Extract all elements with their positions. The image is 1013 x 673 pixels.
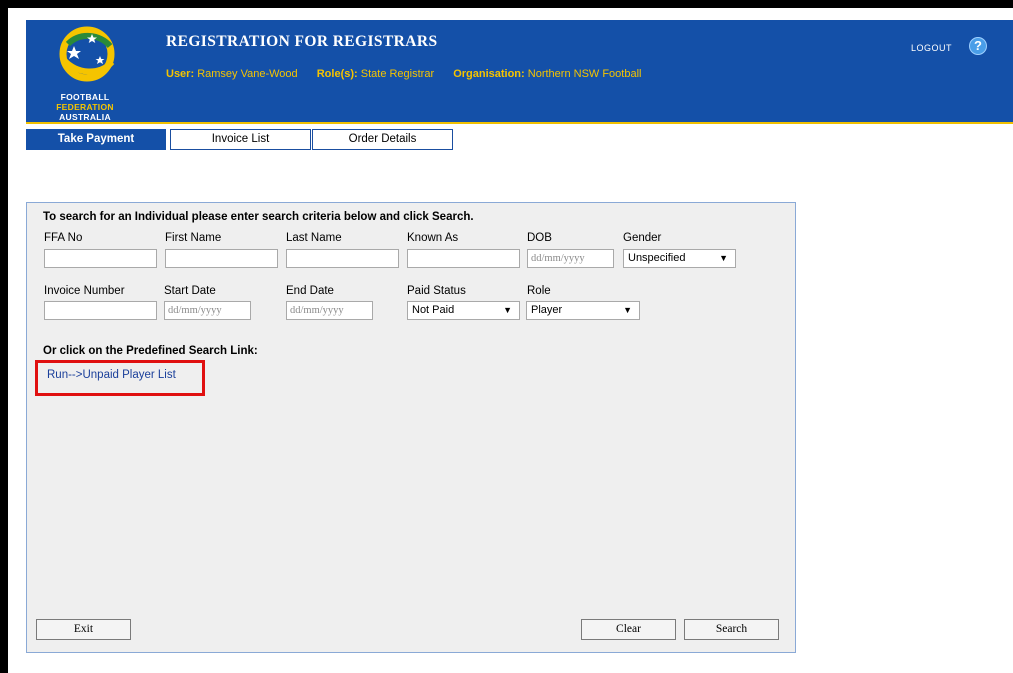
help-icon[interactable]: ? (969, 37, 987, 55)
role-label: Role (527, 285, 551, 297)
logo-text-line2: FEDERATION (56, 102, 114, 112)
clear-button[interactable]: Clear (581, 619, 676, 640)
user-info-bar: User: Ramsey Vane-Wood Role(s): State Re… (166, 68, 657, 80)
exit-button[interactable]: Exit (36, 619, 131, 640)
logo-text-line3: AUSTRALIA (59, 112, 111, 122)
first-name-label: First Name (165, 232, 222, 244)
role-select[interactable]: Player ▼ (526, 301, 640, 320)
known-as-label: Known As (407, 232, 459, 244)
last-name-label: Last Name (286, 232, 342, 244)
known-as-input[interactable] (407, 249, 520, 268)
dropdown-arrow-icon: ▼ (623, 305, 632, 315)
invoice-number-input[interactable] (44, 301, 157, 320)
header-accent-stripe (26, 122, 1013, 124)
tab-take-payment[interactable]: Take Payment (26, 129, 166, 150)
end-date-input[interactable]: dd/mm/yyyy (286, 301, 373, 320)
tab-order-details[interactable]: Order Details (312, 129, 453, 150)
organisation-value: Northern NSW Football (527, 68, 642, 80)
paid-status-select[interactable]: Not Paid ▼ (407, 301, 520, 320)
dropdown-arrow-icon: ▼ (503, 305, 512, 315)
dropdown-arrow-icon: ▼ (719, 253, 728, 263)
tab-invoice-list[interactable]: Invoice List (170, 129, 311, 150)
end-date-label: End Date (286, 285, 334, 297)
ffa-logo: FOOTBALL FEDERATION AUSTRALIA (40, 24, 130, 122)
page-title: REGISTRATION FOR REGISTRARS (166, 33, 438, 50)
logo-text-line1: FOOTBALL (60, 92, 110, 102)
organisation-label: Organisation: (453, 68, 525, 80)
user-value: Ramsey Vane-Wood (197, 68, 298, 80)
dob-input[interactable]: dd/mm/yyyy (527, 249, 614, 268)
ffa-no-label: FFA No (44, 232, 83, 244)
logout-link[interactable]: LOGOUT (911, 43, 952, 53)
start-date-input[interactable]: dd/mm/yyyy (164, 301, 251, 320)
gender-select[interactable]: Unspecified ▼ (623, 249, 736, 268)
search-instructions: To search for an Individual please enter… (43, 211, 474, 223)
window-left-border (0, 0, 8, 673)
last-name-input[interactable] (286, 249, 399, 268)
paid-status-label: Paid Status (407, 285, 466, 297)
dob-label: DOB (527, 232, 552, 244)
roles-value: State Registrar (360, 68, 435, 80)
window-top-border (0, 0, 1013, 8)
start-date-label: Start Date (164, 285, 216, 297)
ffa-no-input[interactable] (44, 249, 157, 268)
ffa-crest-icon (59, 26, 115, 82)
search-button[interactable]: Search (684, 619, 779, 640)
user-label: User: (166, 68, 195, 80)
gender-label: Gender (623, 232, 662, 244)
roles-label: Role(s): (316, 68, 358, 80)
gender-select-value: Unspecified (628, 252, 686, 264)
unpaid-player-list-link[interactable]: Run-->Unpaid Player List (47, 369, 176, 381)
first-name-input[interactable] (165, 249, 278, 268)
role-select-value: Player (531, 304, 563, 316)
invoice-number-label: Invoice Number (44, 285, 125, 297)
predefined-search-heading: Or click on the Predefined Search Link: (43, 345, 258, 357)
paid-status-select-value: Not Paid (412, 304, 455, 316)
search-panel (26, 202, 796, 653)
